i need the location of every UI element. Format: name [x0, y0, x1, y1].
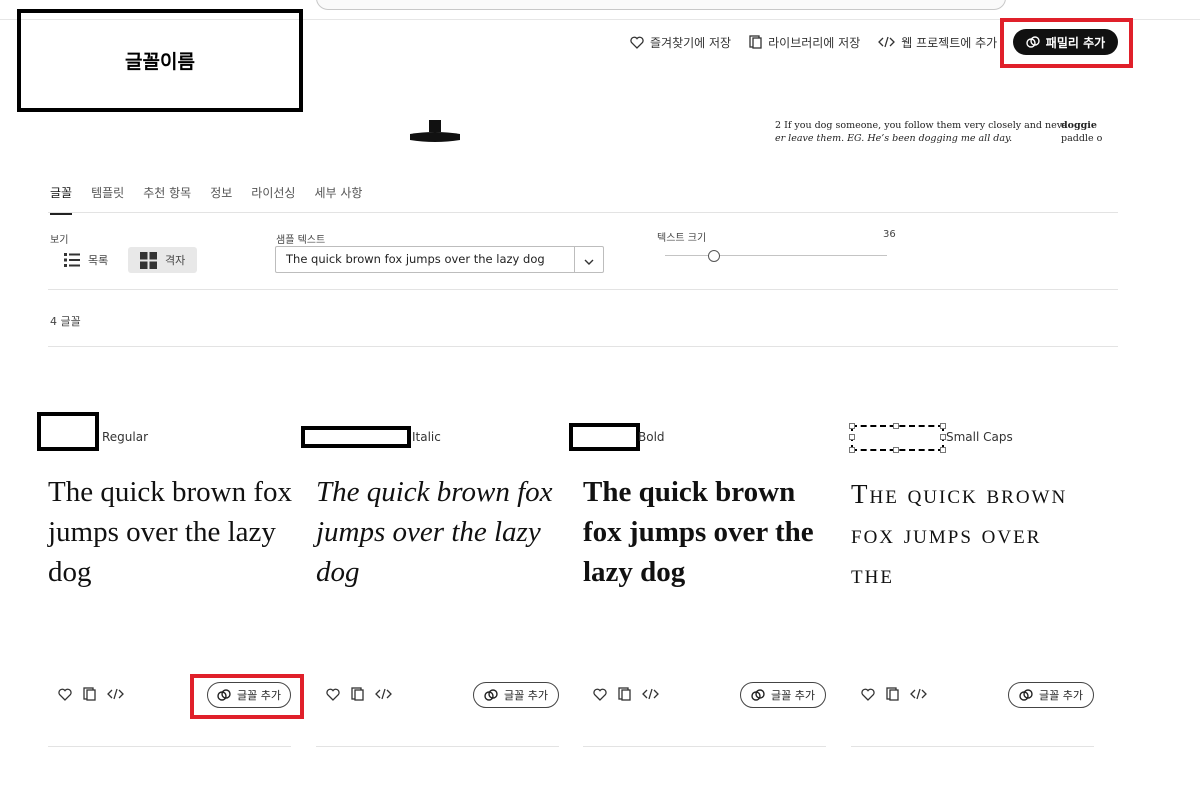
text-size-label: 텍스트 크기	[657, 233, 707, 244]
creative-cloud-icon	[484, 689, 498, 701]
resize-handle[interactable]	[849, 423, 855, 429]
view-list-button[interactable]: 목록	[52, 247, 120, 273]
view-grid-label: 격자	[165, 254, 186, 267]
sample-text-dropdown[interactable]	[574, 247, 603, 272]
font-name-redaction-box	[569, 423, 640, 451]
tab-licensing[interactable]: 라이선싱	[251, 184, 295, 215]
view-label: 보기	[50, 235, 69, 246]
code-icon[interactable]	[642, 688, 659, 700]
code-icon	[878, 36, 896, 48]
tab-fonts[interactable]: 글꼴	[50, 184, 73, 215]
tab-recommended[interactable]: 추천 항목	[143, 184, 191, 215]
card-divider	[583, 746, 826, 747]
save-favorite-button[interactable]: 즐겨찾기에 저장	[630, 34, 731, 51]
text-size-slider-handle[interactable]	[707, 250, 720, 262]
specimen-bold: The quick brown fox jumps over the lazy …	[583, 476, 814, 588]
sample-text-value: The quick brown fox jumps over the lazy …	[286, 252, 545, 266]
save-library-label: 라이브러리에 저장	[768, 35, 861, 50]
specimen-word-rest: paddle o	[1061, 133, 1103, 144]
specimen-italic: The quick brown fox jumps over the lazy …	[316, 476, 553, 588]
library-icon[interactable]	[83, 687, 96, 701]
card-actions-italic	[326, 687, 403, 701]
card-actions-bold	[593, 687, 670, 701]
code-icon[interactable]	[375, 688, 392, 700]
heart-icon[interactable]	[326, 688, 340, 701]
add-web-project-label: 웹 프로젝트에 추가	[901, 35, 998, 50]
view-grid-button[interactable]: 격자	[128, 247, 198, 273]
add-web-project-button[interactable]: 웹 프로젝트에 추가	[878, 34, 997, 51]
style-name-italic: Italic	[412, 430, 441, 444]
specimen-line: 2 If you dog someone, you follow them ve…	[775, 120, 1066, 131]
tab-about[interactable]: 정보	[210, 184, 232, 215]
style-name-regular: Regular	[102, 430, 149, 444]
count-divider	[48, 346, 1118, 347]
chevron-down-icon	[584, 250, 594, 269]
add-font-button[interactable]: 글꼴 추가	[1008, 682, 1094, 708]
heart-icon	[630, 36, 644, 49]
highlight-box	[1000, 18, 1133, 68]
heart-icon[interactable]	[861, 688, 875, 701]
tab-details[interactable]: 세부 사항	[314, 184, 362, 215]
style-name-bold: Bold	[638, 430, 665, 444]
add-font-button[interactable]: 글꼴 추가	[473, 682, 559, 708]
resize-handle[interactable]	[940, 447, 946, 453]
card-divider	[48, 746, 291, 747]
save-library-button[interactable]: 라이브러리에 저장	[749, 34, 860, 51]
font-name-label: 글꼴이름	[125, 51, 195, 73]
add-font-label: 글꼴 추가	[1039, 689, 1083, 702]
add-font-button[interactable]: 글꼴 추가	[740, 682, 826, 708]
code-icon[interactable]	[910, 688, 927, 700]
highlight-box	[190, 674, 304, 719]
library-icon[interactable]	[886, 687, 899, 701]
resize-handle[interactable]	[849, 434, 855, 440]
card-divider	[316, 746, 559, 747]
card-actions-small-caps	[861, 687, 938, 701]
library-icon[interactable]	[618, 687, 631, 701]
add-font-label: 글꼴 추가	[771, 689, 815, 702]
specimen-glyph	[410, 120, 460, 142]
font-name-redaction-box	[37, 412, 99, 451]
creative-cloud-icon	[1019, 689, 1033, 701]
save-favorite-label: 즐겨찾기에 저장	[650, 35, 732, 50]
sample-text-select[interactable]: The quick brown fox jumps over the lazy …	[275, 246, 604, 273]
resize-handle[interactable]	[893, 447, 899, 453]
tab-divider	[48, 212, 1118, 213]
controls-divider	[48, 289, 1118, 290]
header-actions: 즐겨찾기에 저장 라이브러리에 저장 웹 프로젝트에 추가	[630, 30, 1015, 54]
text-size-slider[interactable]	[665, 255, 887, 256]
library-icon[interactable]	[351, 687, 364, 701]
specimen-small-caps: The quick brown fox jumps over the	[851, 479, 1068, 589]
style-name-small-caps: Small Caps	[946, 430, 1013, 444]
search-bar[interactable]	[316, 0, 1006, 10]
card-divider	[851, 746, 1094, 747]
list-icon	[64, 252, 80, 268]
view-list-label: 목록	[88, 254, 109, 267]
specimen-regular: The quick brown fox jumps over the lazy …	[48, 476, 293, 588]
font-count: 4 글꼴	[50, 315, 81, 328]
font-name-redaction-box	[301, 426, 411, 448]
tab-templates[interactable]: 템플릿	[91, 184, 124, 215]
specimen-dictionary-text: 2 If you dog someone, you follow them ve…	[775, 119, 1066, 145]
resize-handle[interactable]	[940, 423, 946, 429]
creative-cloud-icon	[751, 689, 765, 701]
library-icon	[749, 35, 762, 49]
specimen-word: doggie	[1061, 120, 1097, 131]
font-name-annotation: 글꼴이름	[17, 9, 303, 112]
specimen-dictionary-word: doggie paddle o	[1061, 119, 1106, 145]
sample-text-label: 샘플 텍스트	[276, 235, 326, 246]
add-font-label: 글꼴 추가	[504, 689, 548, 702]
font-name-redaction-box	[849, 423, 946, 453]
grid-icon	[140, 251, 157, 269]
code-icon[interactable]	[107, 688, 124, 700]
heart-icon[interactable]	[58, 688, 72, 701]
heart-icon[interactable]	[593, 688, 607, 701]
specimen-line: er leave them. EG. He’s been dogging me …	[775, 133, 1013, 144]
text-size-value: 36	[883, 229, 896, 240]
card-actions-regular	[58, 687, 135, 701]
resize-handle[interactable]	[893, 423, 899, 429]
resize-handle[interactable]	[849, 447, 855, 453]
tab-bar: 글꼴 템플릿 추천 항목 정보 라이선싱 세부 사항	[50, 184, 381, 215]
